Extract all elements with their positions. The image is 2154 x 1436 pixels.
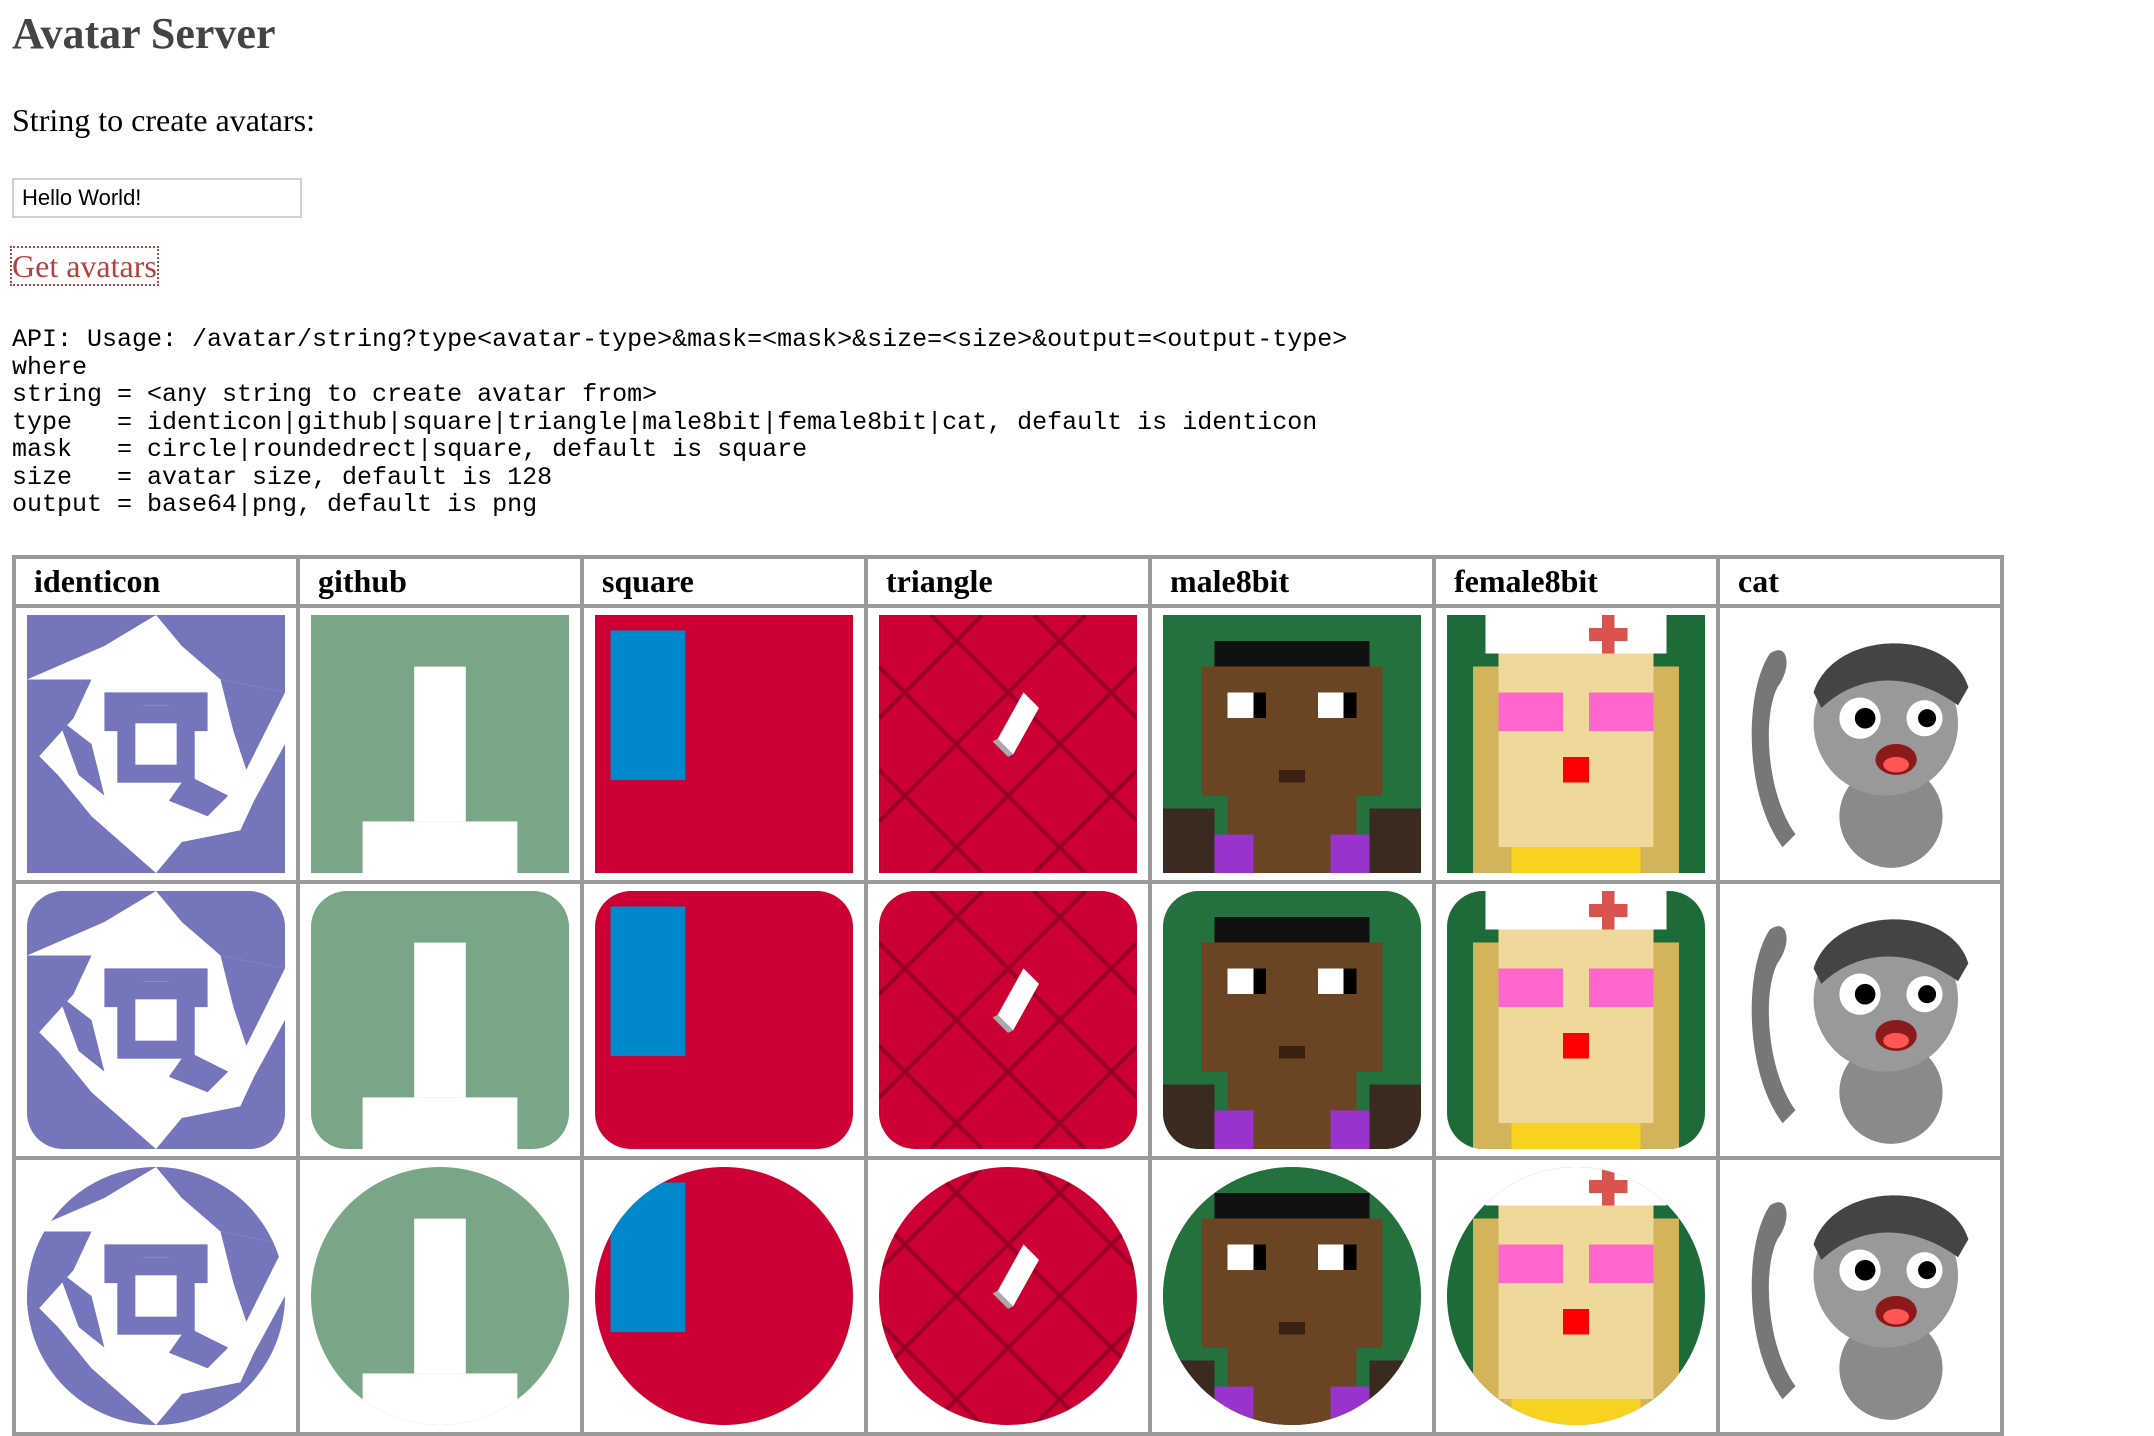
page-title: Avatar Server <box>12 9 276 58</box>
avatar-cell <box>14 1157 298 1434</box>
avatar-table: identicon github square triangle male8bi… <box>12 554 2004 1436</box>
male8bit-face-icon <box>1163 1166 1421 1425</box>
triangle-pattern-icon <box>879 614 1137 873</box>
header-identicon: identicon <box>14 556 298 606</box>
avatar-row-circle <box>14 1157 2002 1434</box>
female8bit-face-icon <box>1447 614 1705 873</box>
avatar-string-input[interactable] <box>12 178 302 218</box>
cat-bandana-icon <box>1731 614 1989 873</box>
cat-bandana-icon <box>1731 1166 1989 1425</box>
avatar-cell <box>298 1157 582 1434</box>
avatar-cell <box>14 881 298 1158</box>
avatar-cell <box>298 605 582 882</box>
github-blocks-icon <box>311 614 569 873</box>
header-row: identicon github square triangle male8bi… <box>14 556 2002 606</box>
header-triangle: triangle <box>866 556 1150 606</box>
avatar-cell <box>866 881 1150 1158</box>
square-pattern-icon <box>595 890 853 1149</box>
female8bit-face-icon <box>1447 1166 1705 1425</box>
square-pattern-icon <box>595 1166 853 1425</box>
identicon-pinwheel-icon <box>27 1166 285 1425</box>
identicon-pinwheel-icon <box>27 890 285 1149</box>
avatar-cell <box>1434 605 1718 882</box>
avatar-cell <box>1718 605 2002 882</box>
avatar-cell <box>866 605 1150 882</box>
female8bit-face-icon <box>1447 890 1705 1149</box>
avatar-cell <box>1150 605 1434 882</box>
page: Avatar Server String to create avatars: … <box>0 0 2154 1436</box>
identicon-pinwheel-icon <box>27 614 285 873</box>
avatar-cell <box>582 881 866 1158</box>
avatar-row-roundedrect <box>14 881 2002 1158</box>
square-pattern-icon <box>595 614 853 873</box>
github-blocks-icon <box>311 890 569 1149</box>
header-female8bit: female8bit <box>1434 556 1718 606</box>
avatar-cell <box>1434 1157 1718 1434</box>
header-male8bit: male8bit <box>1150 556 1434 606</box>
avatar-cell <box>582 605 866 882</box>
get-avatars-link[interactable]: Get avatars <box>10 246 159 286</box>
header-github: github <box>298 556 582 606</box>
avatar-cell <box>298 881 582 1158</box>
male8bit-face-icon <box>1163 614 1421 873</box>
avatar-cell <box>1434 881 1718 1158</box>
male8bit-face-icon <box>1163 890 1421 1149</box>
avatar-row-square <box>14 605 2002 882</box>
header-square: square <box>582 556 866 606</box>
avatar-cell <box>1718 881 2002 1158</box>
avatar-cell <box>14 605 298 882</box>
github-blocks-icon <box>311 1166 569 1425</box>
avatar-cell <box>1150 881 1434 1158</box>
avatar-cell <box>582 1157 866 1434</box>
api-usage-text: API: Usage: /avatar/string?type<avatar-t… <box>12 325 1348 519</box>
avatar-cell <box>1150 1157 1434 1434</box>
input-prompt-label: String to create avatars: <box>12 102 315 138</box>
cat-bandana-icon <box>1731 890 1989 1149</box>
avatar-cell <box>1718 1157 2002 1434</box>
avatar-cell <box>866 1157 1150 1434</box>
header-cat: cat <box>1718 556 2002 606</box>
triangle-pattern-icon <box>879 890 1137 1149</box>
triangle-pattern-icon <box>879 1166 1137 1425</box>
